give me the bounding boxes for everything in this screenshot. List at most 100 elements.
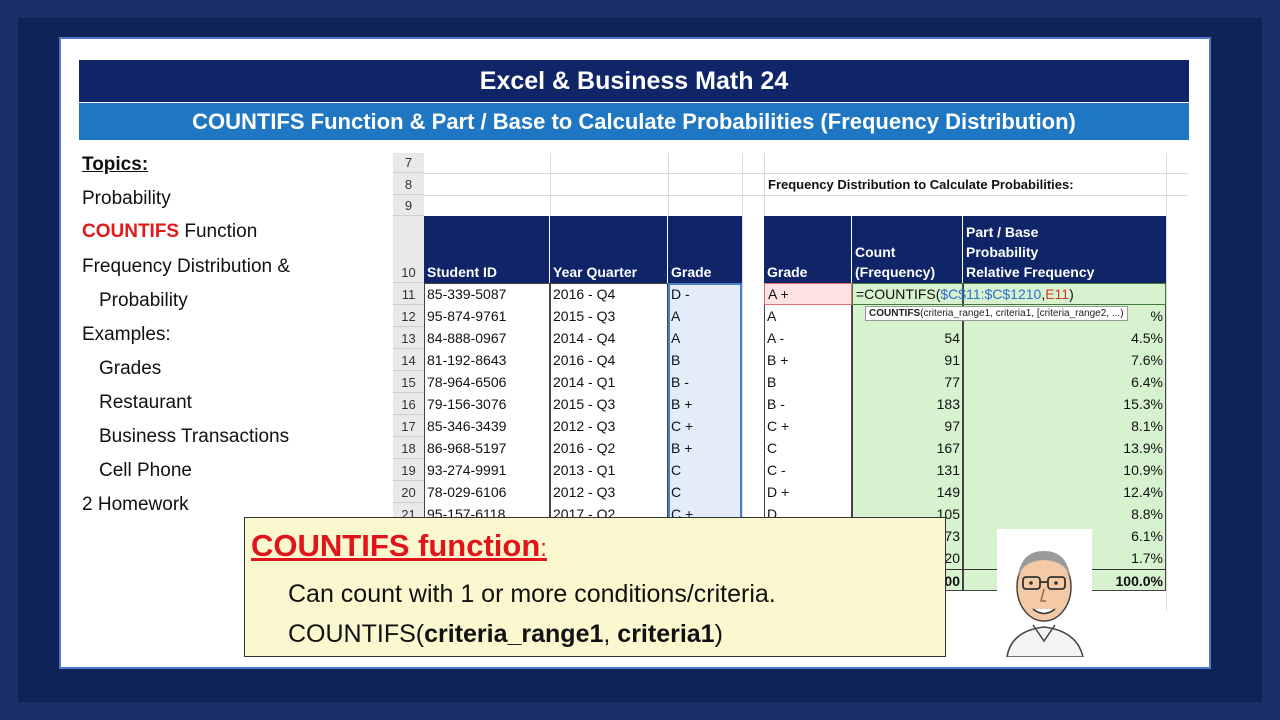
- percent-cell[interactable]: %: [963, 305, 1166, 327]
- row-number: 18: [393, 437, 424, 459]
- topic-countifs-rest: Function: [179, 221, 258, 242]
- header-year-quarter[interactable]: Year Quarter: [550, 216, 668, 283]
- freq-grade-cell[interactable]: A: [764, 305, 779, 327]
- slide-title: Excel & Business Math 24: [79, 60, 1189, 102]
- percent-cell[interactable]: 8.1%: [963, 415, 1166, 437]
- callout-syntax-suffix: ): [714, 620, 723, 648]
- grade-cell[interactable]: C +: [668, 415, 696, 437]
- freq-grade-cell[interactable]: A -: [764, 327, 787, 349]
- header-count-line2: (Frequency): [855, 264, 936, 280]
- row-number: 8: [393, 173, 424, 195]
- count-cell[interactable]: 149: [852, 481, 963, 503]
- presenter-face-icon: [1006, 551, 1084, 658]
- count-cell[interactable]: 183: [852, 393, 963, 415]
- student-id-cell[interactable]: 81-192-8643: [424, 349, 509, 371]
- row-number: 19: [393, 459, 424, 481]
- row-number: 9: [393, 195, 424, 216]
- header-count[interactable]: Count (Frequency): [852, 216, 963, 283]
- row-number: 17: [393, 415, 424, 437]
- count-cell[interactable]: 167: [852, 437, 963, 459]
- count-cell[interactable]: 77: [852, 371, 963, 393]
- gridline: [668, 153, 669, 216]
- grade-cell[interactable]: A: [668, 305, 683, 327]
- row-number: 13: [393, 327, 424, 349]
- header-freq-grade[interactable]: Grade: [764, 216, 852, 283]
- freq-grade-cell[interactable]: C: [764, 437, 780, 459]
- topic-restaurant: Restaurant: [99, 392, 192, 413]
- grade-cell[interactable]: B +: [668, 437, 695, 459]
- callout-heading-text: COUNTIFS function: [251, 528, 541, 563]
- presenter-avatar: [997, 529, 1092, 658]
- percent-cell[interactable]: 10.9%: [963, 459, 1166, 481]
- header-pb-line2: Probability: [966, 244, 1039, 260]
- quarter-cell[interactable]: 2016 - Q4: [550, 349, 618, 371]
- student-id-cell[interactable]: 78-029-6106: [424, 481, 509, 503]
- row-number: 20: [393, 481, 424, 503]
- student-id-cell[interactable]: 79-156-3076: [424, 393, 509, 415]
- grade-cell[interactable]: C: [668, 459, 684, 481]
- header-pb-line3: Relative Frequency: [966, 264, 1095, 280]
- quarter-cell[interactable]: 2013 - Q1: [550, 459, 618, 481]
- topic-cell-phone: Cell Phone: [99, 460, 192, 481]
- student-id-cell[interactable]: 93-274-9991: [424, 459, 509, 481]
- callout-arg2: criteria1: [617, 620, 715, 648]
- callout-line2: COUNTIFS(criteria_range1, criteria1): [288, 620, 723, 649]
- formula-cell[interactable]: =COUNTIFS($C$11:$C$1210, E11): [852, 283, 1166, 305]
- topic-countifs: COUNTIFS Function: [82, 221, 257, 243]
- grade-cell[interactable]: C: [668, 481, 684, 503]
- header-grade[interactable]: Grade: [668, 216, 742, 283]
- gridline: [424, 195, 1188, 196]
- grade-cell[interactable]: B -: [668, 371, 692, 393]
- formula-ref: E11: [1045, 286, 1070, 302]
- freq-grade-cell-active[interactable]: A +: [764, 283, 852, 305]
- callout-sep: ,: [603, 620, 618, 648]
- quarter-cell[interactable]: 2014 - Q1: [550, 371, 618, 393]
- count-cell[interactable]: 54: [852, 327, 963, 349]
- row-number: 15: [393, 371, 424, 393]
- header-probability[interactable]: Part / Base Probability Relative Frequen…: [963, 216, 1166, 283]
- header-student-id[interactable]: Student ID: [424, 216, 550, 283]
- tooltip-function: COUNTIFS: [869, 308, 921, 319]
- freq-grade-cell[interactable]: B: [764, 371, 779, 393]
- percent-cell[interactable]: 15.3%: [963, 393, 1166, 415]
- student-id-cell[interactable]: 78-964-6506: [424, 371, 509, 393]
- grade-cell[interactable]: B +: [668, 393, 695, 415]
- grade-cell[interactable]: D -: [668, 283, 693, 305]
- student-id-cell[interactable]: 85-339-5087: [424, 283, 509, 305]
- count-cell[interactable]: 91: [852, 349, 963, 371]
- percent-cell[interactable]: 8.8%: [963, 503, 1166, 525]
- callout-heading: COUNTIFS function:: [251, 528, 547, 564]
- percent-cell[interactable]: 6.4%: [963, 371, 1166, 393]
- percent-cell[interactable]: 13.9%: [963, 437, 1166, 459]
- grade-cell[interactable]: B: [668, 349, 683, 371]
- freq-grade-cell[interactable]: B +: [764, 349, 791, 371]
- row-number: 7: [393, 153, 424, 173]
- slide-subtitle: COUNTIFS Function & Part / Base to Calcu…: [79, 103, 1189, 140]
- percent-cell[interactable]: 7.6%: [963, 349, 1166, 371]
- student-id-cell[interactable]: 86-968-5197: [424, 437, 509, 459]
- percent-cell[interactable]: 12.4%: [963, 481, 1166, 503]
- percent-cell[interactable]: 4.5%: [963, 327, 1166, 349]
- quarter-cell[interactable]: 2012 - Q3: [550, 481, 618, 503]
- freq-grade-cell[interactable]: B -: [764, 393, 788, 415]
- freq-grade-cell[interactable]: C +: [764, 415, 792, 437]
- count-cell[interactable]: 97: [852, 415, 963, 437]
- quarter-cell[interactable]: 2016 - Q2: [550, 437, 618, 459]
- freq-grade-cell[interactable]: D +: [764, 481, 792, 503]
- quarter-cell[interactable]: 2015 - Q3: [550, 393, 618, 415]
- grade-cell[interactable]: A: [668, 327, 683, 349]
- row-number: 11: [393, 283, 424, 305]
- count-cell[interactable]: 131: [852, 459, 963, 481]
- freq-grade-cell[interactable]: C -: [764, 459, 789, 481]
- topic-countifs-keyword: COUNTIFS: [82, 221, 180, 242]
- formula-range: $C$11:$C$1210: [940, 286, 1042, 302]
- student-id-cell[interactable]: 85-346-3439: [424, 415, 509, 437]
- callout-arg1: criteria_range1: [424, 620, 604, 648]
- student-id-cell[interactable]: 95-874-9761: [424, 305, 509, 327]
- quarter-cell[interactable]: 2016 - Q4: [550, 283, 618, 305]
- student-id-cell[interactable]: 84-888-0967: [424, 327, 509, 349]
- quarter-cell[interactable]: 2014 - Q4: [550, 327, 618, 349]
- quarter-cell[interactable]: 2015 - Q3: [550, 305, 618, 327]
- gridline: [1166, 153, 1167, 611]
- quarter-cell[interactable]: 2012 - Q3: [550, 415, 618, 437]
